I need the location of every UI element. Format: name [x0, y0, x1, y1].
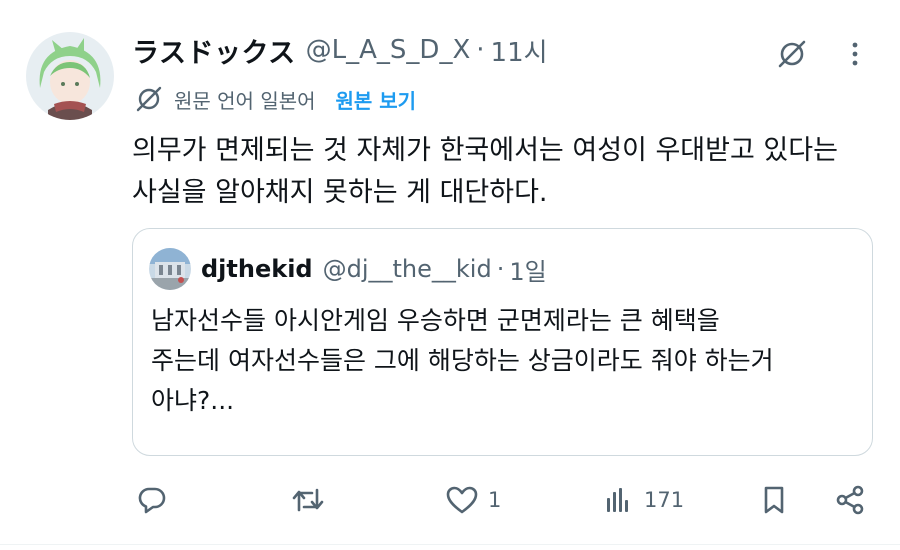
share-icon: [832, 482, 868, 518]
timestamp[interactable]: 11시: [491, 32, 548, 69]
quote-text: 남자선수들 아시안게임 우승하면 군면제라는 큰 혜택을 주는데 여자선수들은 …: [151, 301, 851, 421]
quote-header: djthekid @dj__the__kid · 1일: [149, 248, 547, 290]
views-icon: [600, 482, 636, 518]
tweet-header: ラスドックス @L_A_S_D_X · 11시: [132, 30, 548, 70]
translation-info: 원문 언어 일본어 원본 보기: [132, 82, 416, 116]
grok-button[interactable]: [772, 34, 812, 74]
user-handle[interactable]: @L_A_S_D_X: [306, 35, 471, 65]
quote-avatar[interactable]: [149, 248, 191, 290]
quote-text-line: 주는데 여자선수들은 그에 해당하는 상금이라도 줘야 하는거: [151, 346, 774, 375]
show-original-link[interactable]: 원본 보기: [336, 85, 417, 114]
tweet-text-line: 사실을 알아채지 못하는 게 대단하다.: [132, 177, 548, 208]
more-icon: [852, 42, 858, 66]
quoted-tweet[interactable]: djthekid @dj__the__kid · 1일 남자선수들 아시안게임 …: [132, 228, 873, 456]
quote-timestamp[interactable]: 1일: [509, 252, 546, 287]
tweet[interactable]: ラスドックス @L_A_S_D_X · 11시 원문 언어 일본어 원본 보기 …: [0, 0, 900, 550]
reply-icon: [134, 482, 170, 518]
action-bar: 1 171: [0, 478, 900, 522]
divider: [0, 544, 900, 545]
views-count: 171: [644, 488, 685, 512]
tweet-text-line: 의무가 면제되는 것 자체가 한국에서는 여성이 우대받고 있다는: [132, 135, 838, 166]
separator-dot: ·: [476, 35, 485, 65]
bookmark-button[interactable]: [756, 478, 792, 522]
share-button[interactable]: [832, 478, 868, 522]
heart-icon: [444, 482, 480, 518]
views-button[interactable]: 171: [600, 478, 684, 522]
retweet-button[interactable]: [290, 478, 334, 522]
display-name[interactable]: ラスドックス: [132, 31, 296, 70]
tweet-text: 의무가 면제되는 것 자체가 한국에서는 여성이 우대받고 있다는 사실을 알아…: [132, 130, 872, 214]
quote-text-line: 아냐?...: [151, 386, 235, 415]
quote-user-handle[interactable]: @dj__the__kid: [323, 255, 492, 283]
retweet-icon: [290, 482, 326, 518]
quote-display-name[interactable]: djthekid: [201, 255, 313, 283]
quote-text-line: 남자선수들 아시안게임 우승하면 군면제라는 큰 혜택을: [151, 306, 720, 335]
more-options-button[interactable]: [840, 34, 870, 74]
like-count: 1: [488, 488, 502, 512]
bookmark-icon: [756, 482, 792, 518]
quote-separator-dot: ·: [496, 255, 505, 283]
grok-icon: [778, 40, 806, 68]
like-button[interactable]: 1: [444, 478, 501, 522]
avatar[interactable]: [26, 32, 114, 120]
translate-icon: [132, 82, 166, 116]
reply-button[interactable]: [134, 478, 178, 522]
translation-label: 원문 언어 일본어: [174, 88, 316, 113]
